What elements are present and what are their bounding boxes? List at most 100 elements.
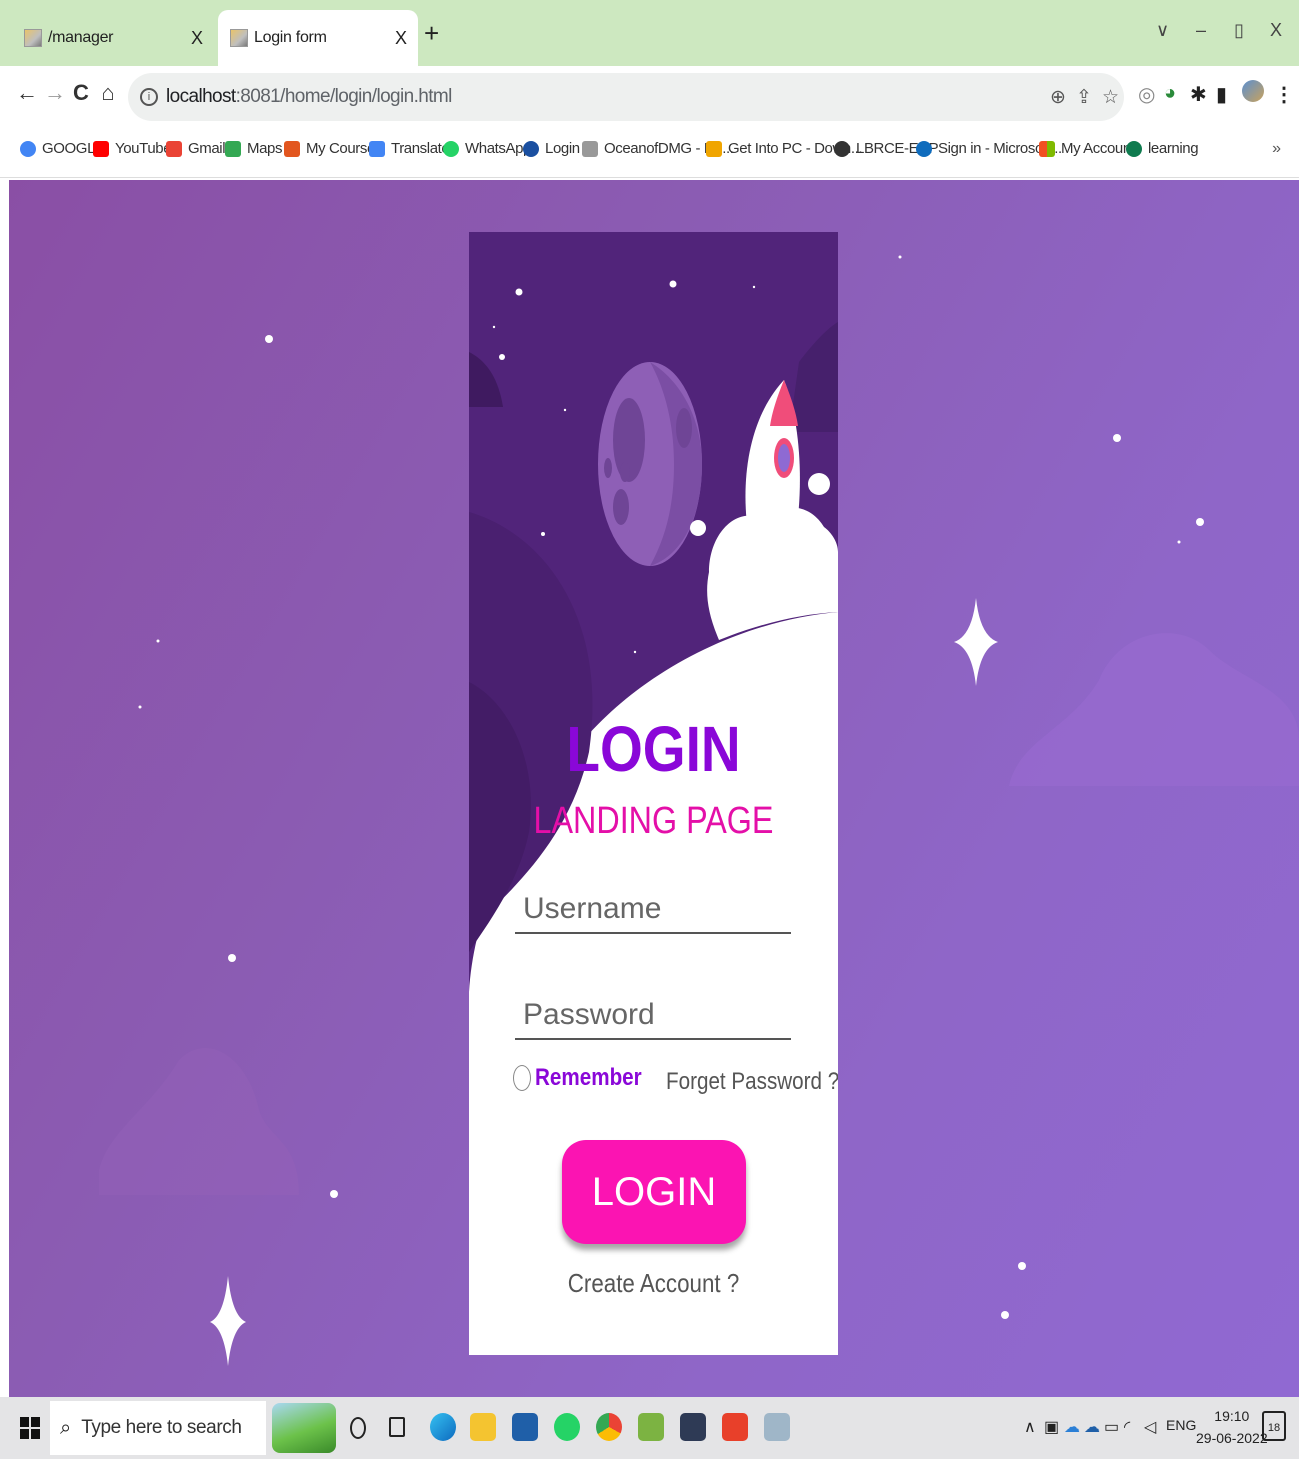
bookmark-whatsapp[interactable]: WhatsApp [443, 140, 531, 157]
cloud-white [707, 507, 838, 640]
url-host: localhost [166, 86, 236, 107]
cloud-puff [690, 520, 706, 536]
new-tab-icon[interactable]: + [424, 18, 439, 49]
notification-center-icon[interactable]: 18 [1262, 1411, 1286, 1441]
password-input[interactable] [515, 992, 791, 1040]
star [633, 650, 637, 654]
username-input[interactable] [515, 886, 791, 934]
star [499, 354, 505, 360]
star [1196, 518, 1204, 526]
tab-close-icon[interactable]: X [186, 28, 208, 49]
site-info-icon[interactable]: i [140, 88, 158, 106]
close-window-icon[interactable]: X [1270, 20, 1282, 41]
zoom-icon[interactable]: ⊕ [1050, 86, 1066, 109]
forward-icon[interactable]: → [42, 80, 68, 106]
tomcat-favicon-icon [24, 29, 42, 47]
reload-icon[interactable]: C [68, 80, 94, 106]
bookmark-login[interactable]: Login [523, 140, 580, 157]
bookmark-learning[interactable]: learning [1126, 140, 1199, 157]
sharepoint-icon [1126, 140, 1142, 157]
login-subtitle: LANDING PAGE [533, 800, 774, 842]
clock-date: 29-06-2022 [1196, 1430, 1268, 1446]
star [1018, 1262, 1026, 1270]
cloud-right [1009, 633, 1299, 786]
onedrive-business-tray-icon[interactable]: ☁ [1084, 1417, 1100, 1437]
remember-radio[interactable] [513, 1065, 531, 1091]
star [156, 639, 160, 643]
bookmark-my-courses[interactable]: My Courses [284, 140, 382, 157]
back-icon[interactable]: ← [14, 80, 40, 106]
tab-search-chevron-icon[interactable]: ∨ [1156, 20, 1169, 41]
star [1001, 1311, 1009, 1319]
tab-close-icon[interactable]: X [390, 28, 412, 49]
taskbar-clock[interactable]: 19:10 29-06-2022 [1196, 1405, 1268, 1449]
moon-crater [604, 458, 612, 478]
tab-manager[interactable]: /manager X [12, 10, 214, 66]
menu-kebab-icon[interactable]: ⋮ [1274, 82, 1294, 107]
chrome-icon[interactable] [596, 1413, 622, 1441]
tab-login-form[interactable]: Login form X [218, 10, 418, 66]
windows-start-icon[interactable] [20, 1417, 40, 1439]
weather-widget-icon[interactable] [272, 1403, 336, 1453]
star [228, 954, 236, 962]
volume-icon[interactable]: ◁ [1144, 1417, 1156, 1437]
whatsapp-taskbar-icon[interactable] [554, 1413, 580, 1441]
bookmark-star-icon[interactable]: ☆ [1102, 86, 1119, 109]
battery-icon[interactable]: ▭ [1104, 1417, 1119, 1437]
create-account-link[interactable]: Create Account ? [495, 1268, 812, 1299]
forget-password-link[interactable]: Forget Password ? [666, 1068, 838, 1096]
bookmarks-bar: GOOGLE YouTube Gmail Maps My Courses Tra… [0, 128, 1299, 178]
side-panel-icon[interactable]: ▮ [1216, 82, 1227, 107]
apple-icon [582, 140, 598, 157]
file-explorer-icon[interactable] [470, 1413, 496, 1441]
address-bar[interactable]: i localhost :8081/home/login/login.html … [128, 73, 1124, 121]
remember-option[interactable]: Remember [513, 1064, 659, 1092]
bookmark-maps[interactable]: Maps [225, 140, 282, 157]
home-icon[interactable]: ⌂ [95, 80, 121, 106]
task-view-icon[interactable] [389, 1417, 405, 1437]
minimize-icon[interactable]: – [1196, 20, 1206, 41]
cortana-icon[interactable] [350, 1417, 366, 1439]
language-indicator[interactable]: ENG [1166, 1417, 1196, 1433]
rocket-window-glass [778, 444, 790, 472]
profile-avatar[interactable] [1242, 80, 1264, 102]
star [265, 335, 273, 343]
taskbar-search[interactable]: ⌕ Type here to search [50, 1401, 266, 1455]
translate-icon [369, 140, 385, 157]
google-icon [20, 140, 36, 157]
extension-shield-icon[interactable]: ◎ [1138, 82, 1155, 107]
app-generic-icon[interactable] [764, 1413, 790, 1441]
more-bookmarks-icon[interactable]: » [1272, 140, 1281, 158]
onedrive-tray-icon[interactable]: ☁ [1064, 1417, 1080, 1437]
tab-strip: /manager X Login form X + ∨ – ▯ X [0, 0, 1299, 66]
meet-now-icon[interactable]: ▣ [1044, 1417, 1059, 1437]
login-button[interactable]: LOGIN [562, 1140, 746, 1244]
login-title: LOGIN [566, 713, 741, 785]
star [563, 408, 567, 412]
extensions-puzzle-icon[interactable]: ✱ [1190, 82, 1207, 107]
url-path: :8081/home/login/login.html [235, 86, 453, 107]
bookmark-google[interactable]: GOOGLE [20, 140, 105, 157]
tray-overflow-icon[interactable]: ∧ [1024, 1417, 1036, 1437]
bookmark-youtube[interactable]: YouTube [93, 140, 172, 157]
bookmark-gmail[interactable]: Gmail [166, 140, 226, 157]
clock-time: 19:10 [1214, 1408, 1250, 1424]
restore-icon[interactable]: ▯ [1234, 20, 1244, 41]
getintopc-icon [706, 140, 722, 157]
windows-taskbar: ⌕ Type here to search ∧ ▣ ☁ ☁ ▭ ◜ ◁ ENG … [0, 1397, 1299, 1459]
star [752, 285, 756, 289]
wifi-icon[interactable]: ◜ [1124, 1417, 1130, 1437]
search-icon: ⌕ [60, 1416, 72, 1439]
star [898, 255, 902, 259]
anydesk-icon[interactable] [722, 1413, 748, 1441]
notepad-plus-icon[interactable] [638, 1413, 664, 1441]
edge-icon[interactable] [430, 1413, 456, 1441]
bookmark-my-account[interactable]: My Account [1039, 140, 1135, 157]
extension-globe-icon[interactable]: ◕ [1164, 82, 1176, 105]
bookmark-translate[interactable]: Translate [369, 140, 450, 157]
app-window-icon[interactable] [680, 1413, 706, 1441]
microsoft-store-icon[interactable] [512, 1413, 538, 1441]
moon-crater [613, 489, 629, 525]
share-icon[interactable]: ⇪ [1076, 86, 1092, 109]
star [330, 1190, 338, 1198]
